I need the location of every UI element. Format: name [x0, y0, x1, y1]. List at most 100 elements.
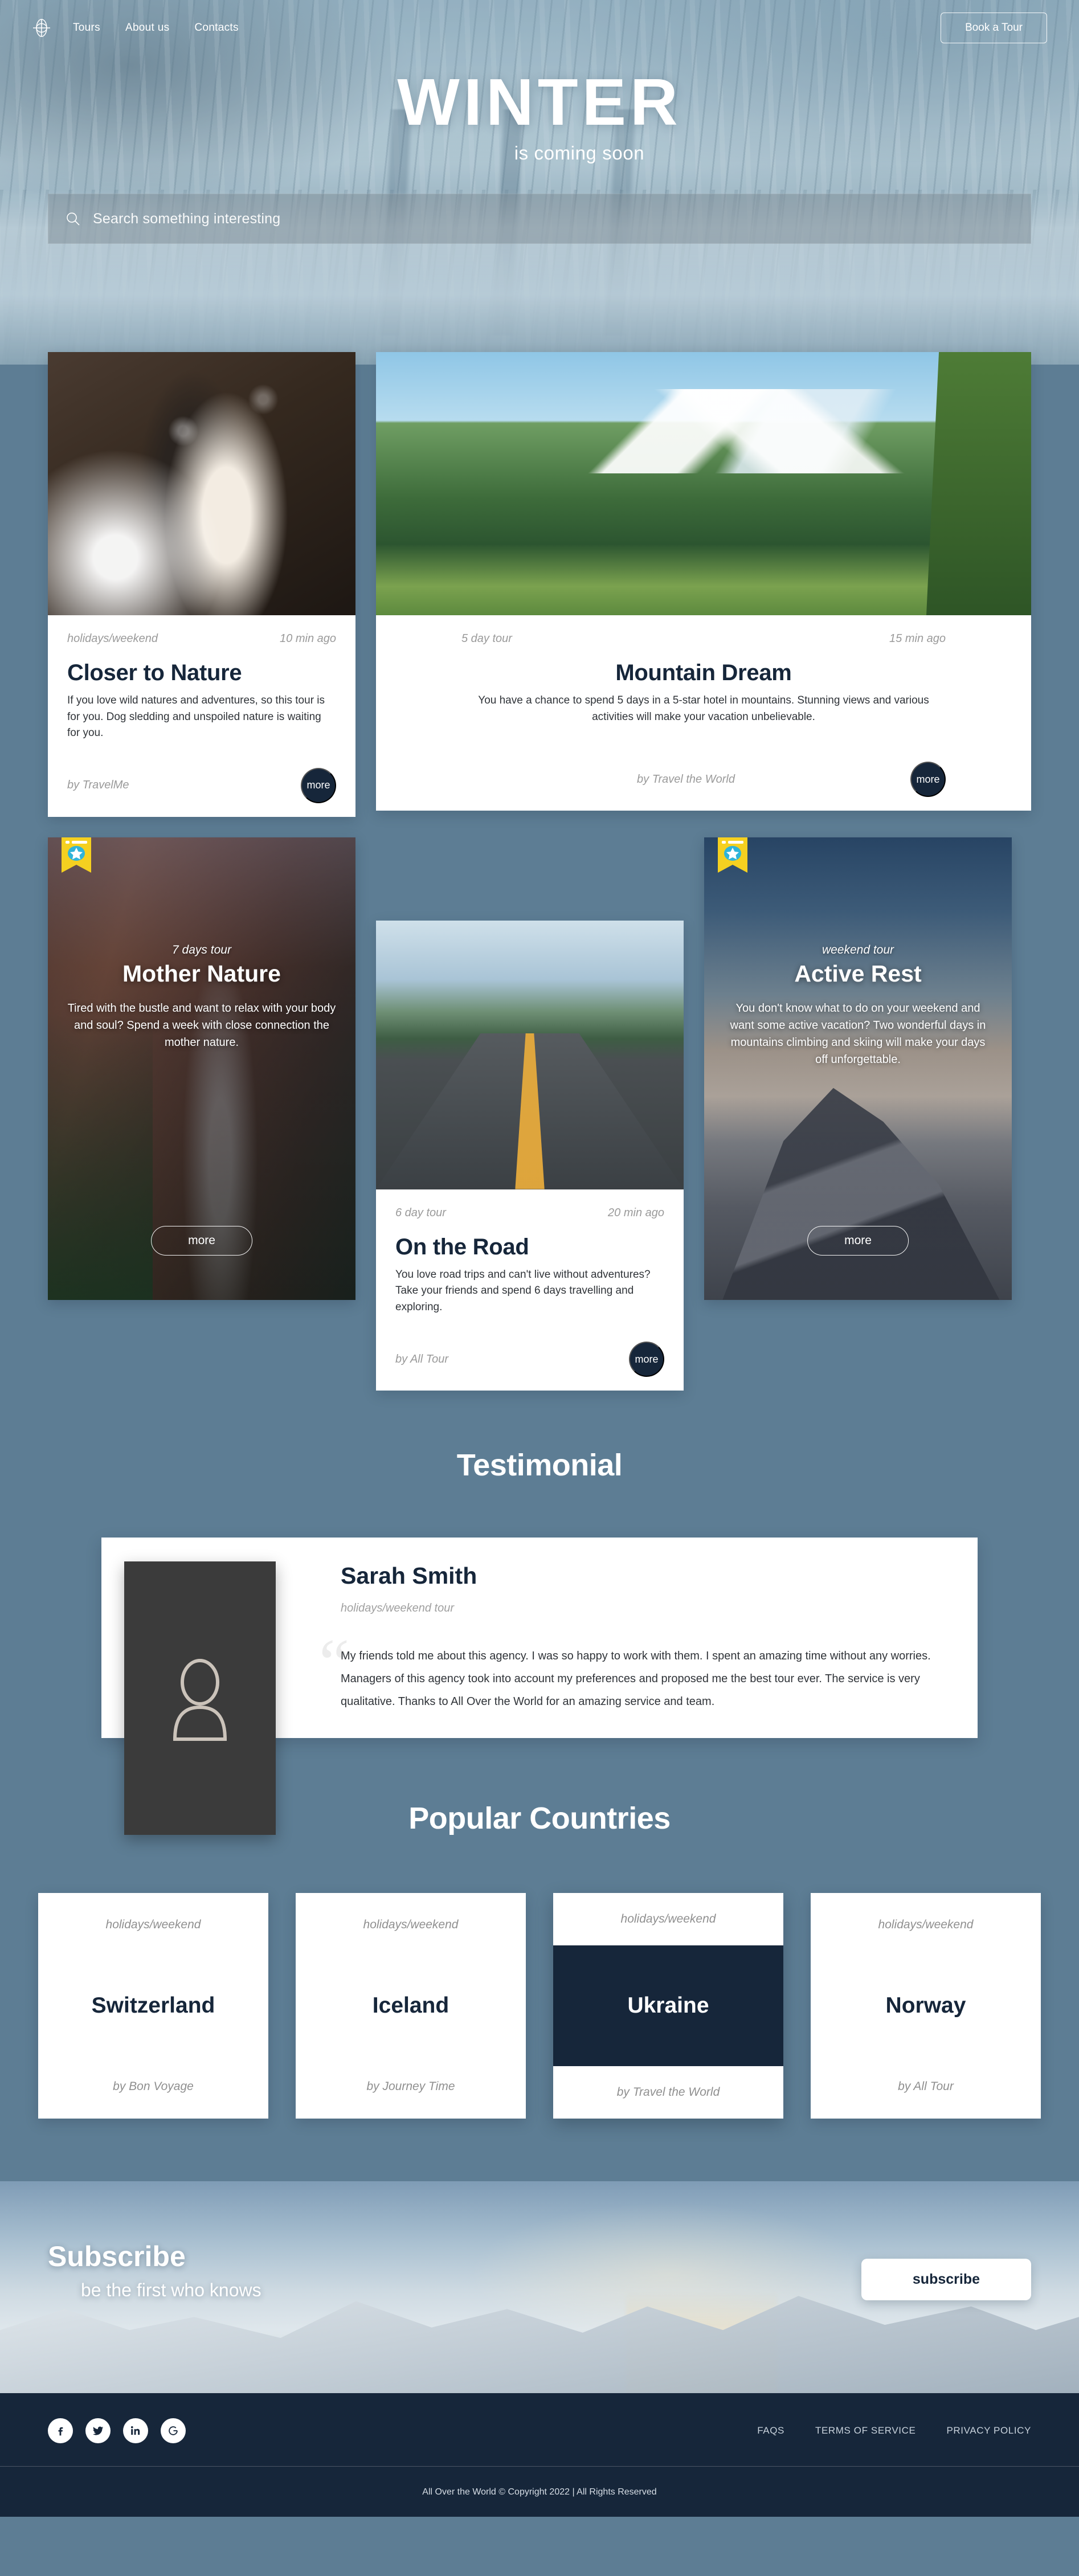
star-ribbon-icon [718, 837, 747, 876]
tour-card-meta: 5 day tour 15 min ago [461, 632, 946, 645]
hero-subtitle: is coming soon [514, 142, 645, 164]
more-button[interactable]: more [910, 762, 946, 797]
tour-author: by Travel the World [637, 772, 735, 786]
tour-card-body: 6 day tour 20 min ago On the Road You lo… [376, 1189, 684, 1391]
tour-card-meta: 6 day tour 20 min ago [395, 1207, 664, 1220]
tour-card-mountain-dream[interactable]: 5 day tour 15 min ago Mountain Dream You… [376, 352, 1031, 811]
subscribe-subtitle: be the first who knows [81, 2279, 261, 2300]
footer-link-privacy-policy[interactable]: PRIVACY POLICY [946, 2425, 1031, 2436]
tour-card-footer: by Travel the World more [461, 762, 946, 797]
tour-card-image-mountains [376, 352, 1031, 615]
testimonial-section: Testimonial Sarah Smith holidays/weekend… [0, 1391, 1079, 1835]
tour-card-meta: holidays/weekend 10 min ago [67, 632, 336, 645]
search-bar[interactable]: Search something interesting [48, 194, 1031, 244]
tour-title: Mother Nature [122, 960, 281, 987]
country-author: by Bon Voyage [113, 2080, 194, 2093]
tour-title: On the Road [395, 1234, 529, 1260]
tour-card-content: 7 days tour Mother Nature Tired with the… [48, 837, 355, 1051]
tour-description: If you love wild natures and adventures,… [67, 694, 325, 739]
footer-copyright: All Over the World © Copyright 2022 | Al… [422, 2487, 657, 2497]
country-author: by Journey Time [366, 2080, 455, 2093]
hero-heading-block: WINTER is coming soon [0, 68, 1079, 164]
tour-tag: 7 days tour [172, 943, 231, 956]
country-name: Ukraine [627, 1993, 709, 2018]
country-author: by Travel the World [616, 2086, 720, 2099]
country-name-highlight: Ukraine [553, 1945, 783, 2066]
tour-card-image-road [376, 920, 684, 1189]
tour-card-image-dog [48, 352, 355, 615]
footer-top-row: FAQS TERMS OF SERVICE PRIVACY POLICY [0, 2393, 1079, 2466]
countries-row: holidays/weekend Switzerland by Bon Voya… [0, 1893, 1079, 2119]
testimonial-section-title: Testimonial [456, 1448, 623, 1482]
tours-row-one: holidays/weekend 10 min ago Closer to Na… [48, 352, 1031, 817]
subscribe-section: Subscribe be the first who knows subscri… [0, 2181, 1079, 2393]
tour-timestamp: 15 min ago [889, 632, 946, 645]
tour-description: You love road trips and can't live witho… [395, 1268, 651, 1313]
nav-link-tours[interactable]: Tours [73, 22, 100, 34]
avatar [124, 1561, 276, 1835]
nav-links: Tours About us Contacts [73, 22, 239, 34]
country-author: by All Tour [898, 2080, 954, 2093]
country-tag: holidays/weekend [363, 1918, 459, 1931]
testimonial-quote-row: “ My friends told me about this agency. … [319, 1629, 943, 1713]
footer-link-faqs[interactable]: FAQS [757, 2425, 784, 2436]
tour-card-active-rest[interactable]: weekend tour Active Rest You don't know … [704, 837, 1012, 1300]
nav-link-about-us[interactable]: About us [125, 22, 169, 34]
tour-tag: weekend tour [821, 943, 894, 956]
tour-timestamp: 10 min ago [280, 632, 336, 645]
country-card-ukraine[interactable]: holidays/weekend Ukraine by Travel the W… [553, 1893, 783, 2119]
more-button[interactable]: more [807, 1225, 909, 1256]
testimonial-author-name: Sarah Smith [341, 1563, 477, 1589]
country-card-norway[interactable]: holidays/weekend Norway by All Tour [811, 1893, 1041, 2119]
testimonial-text: My friends told me about this agency. I … [341, 1650, 931, 1708]
subscribe-title: Subscribe [48, 2240, 186, 2272]
site-footer: FAQS TERMS OF SERVICE PRIVACY POLICY All… [0, 2393, 1079, 2517]
tour-title: Active Rest [794, 960, 922, 987]
subscribe-content: Subscribe be the first who knows subscri… [0, 2181, 1079, 2393]
tour-card-on-the-road[interactable]: 6 day tour 20 min ago On the Road You lo… [376, 920, 684, 1391]
tour-card-body: holidays/weekend 10 min ago Closer to Na… [48, 615, 355, 817]
country-tag: holidays/weekend [878, 1918, 974, 1931]
facebook-icon[interactable] [48, 2418, 73, 2443]
country-card-iceland[interactable]: holidays/weekend Iceland by Journey Time [296, 1893, 526, 2119]
country-tag: holidays/weekend [620, 1912, 716, 1925]
testimonial-card-wrapper: Sarah Smith holidays/weekend tour “ My f… [101, 1538, 978, 1835]
star-ribbon-icon [62, 837, 91, 876]
tour-description: Tired with the bustle and want to relax … [67, 1001, 336, 1049]
hero-section: Tours About us Contacts Book a Tour WINT… [0, 0, 1079, 365]
country-name: Iceland [372, 1993, 449, 2018]
tour-timestamp: 20 min ago [608, 1206, 664, 1219]
landing-page: Tours About us Contacts Book a Tour WINT… [0, 0, 1079, 2517]
tour-tag: holidays/weekend [67, 632, 158, 645]
more-button[interactable]: more [151, 1225, 252, 1256]
country-name: Norway [885, 1993, 966, 2018]
tour-author: by All Tour [395, 1352, 449, 1365]
tours-row-two: 7 days tour Mother Nature Tired with the… [48, 837, 1031, 1391]
tour-title: Mountain Dream [615, 660, 792, 685]
subscribe-text-block: Subscribe be the first who knows [48, 2240, 261, 2335]
linkedin-icon[interactable] [123, 2418, 148, 2443]
google-icon[interactable] [161, 2418, 186, 2443]
search-input[interactable]: Search something interesting [93, 211, 280, 227]
subscribe-button[interactable]: subscribe [861, 2258, 1031, 2300]
tour-card-content: weekend tour Active Rest You don't know … [704, 837, 1012, 1068]
tour-tag: 5 day tour [461, 632, 512, 645]
tour-card-footer: by TravelMe more [67, 767, 336, 803]
more-button[interactable]: more [301, 767, 336, 803]
footer-link-terms-of-service[interactable]: TERMS OF SERVICE [815, 2425, 915, 2436]
nav-link-contacts[interactable]: Contacts [194, 22, 238, 34]
tour-card-footer: by All Tour more [395, 1342, 664, 1377]
country-tag: holidays/weekend [105, 1918, 201, 1931]
main-navbar: Tours About us Contacts Book a Tour [0, 0, 1079, 56]
testimonial-tour-tag: holidays/weekend tour [341, 1602, 455, 1614]
tour-card-body: 5 day tour 15 min ago Mountain Dream You… [376, 615, 1031, 811]
twitter-icon[interactable] [85, 2418, 111, 2443]
country-card-switzerland[interactable]: holidays/weekend Switzerland by Bon Voya… [38, 1893, 268, 2119]
tours-section: holidays/weekend 10 min ago Closer to Na… [0, 352, 1079, 1391]
tour-card-mother-nature[interactable]: 7 days tour Mother Nature Tired with the… [48, 837, 355, 1300]
tour-title: Closer to Nature [67, 660, 242, 685]
tour-card-closer-to-nature[interactable]: holidays/weekend 10 min ago Closer to Na… [48, 352, 355, 817]
book-a-tour-button[interactable]: Book a Tour [940, 13, 1047, 43]
globe-icon[interactable] [32, 18, 51, 38]
more-button[interactable]: more [629, 1342, 664, 1377]
